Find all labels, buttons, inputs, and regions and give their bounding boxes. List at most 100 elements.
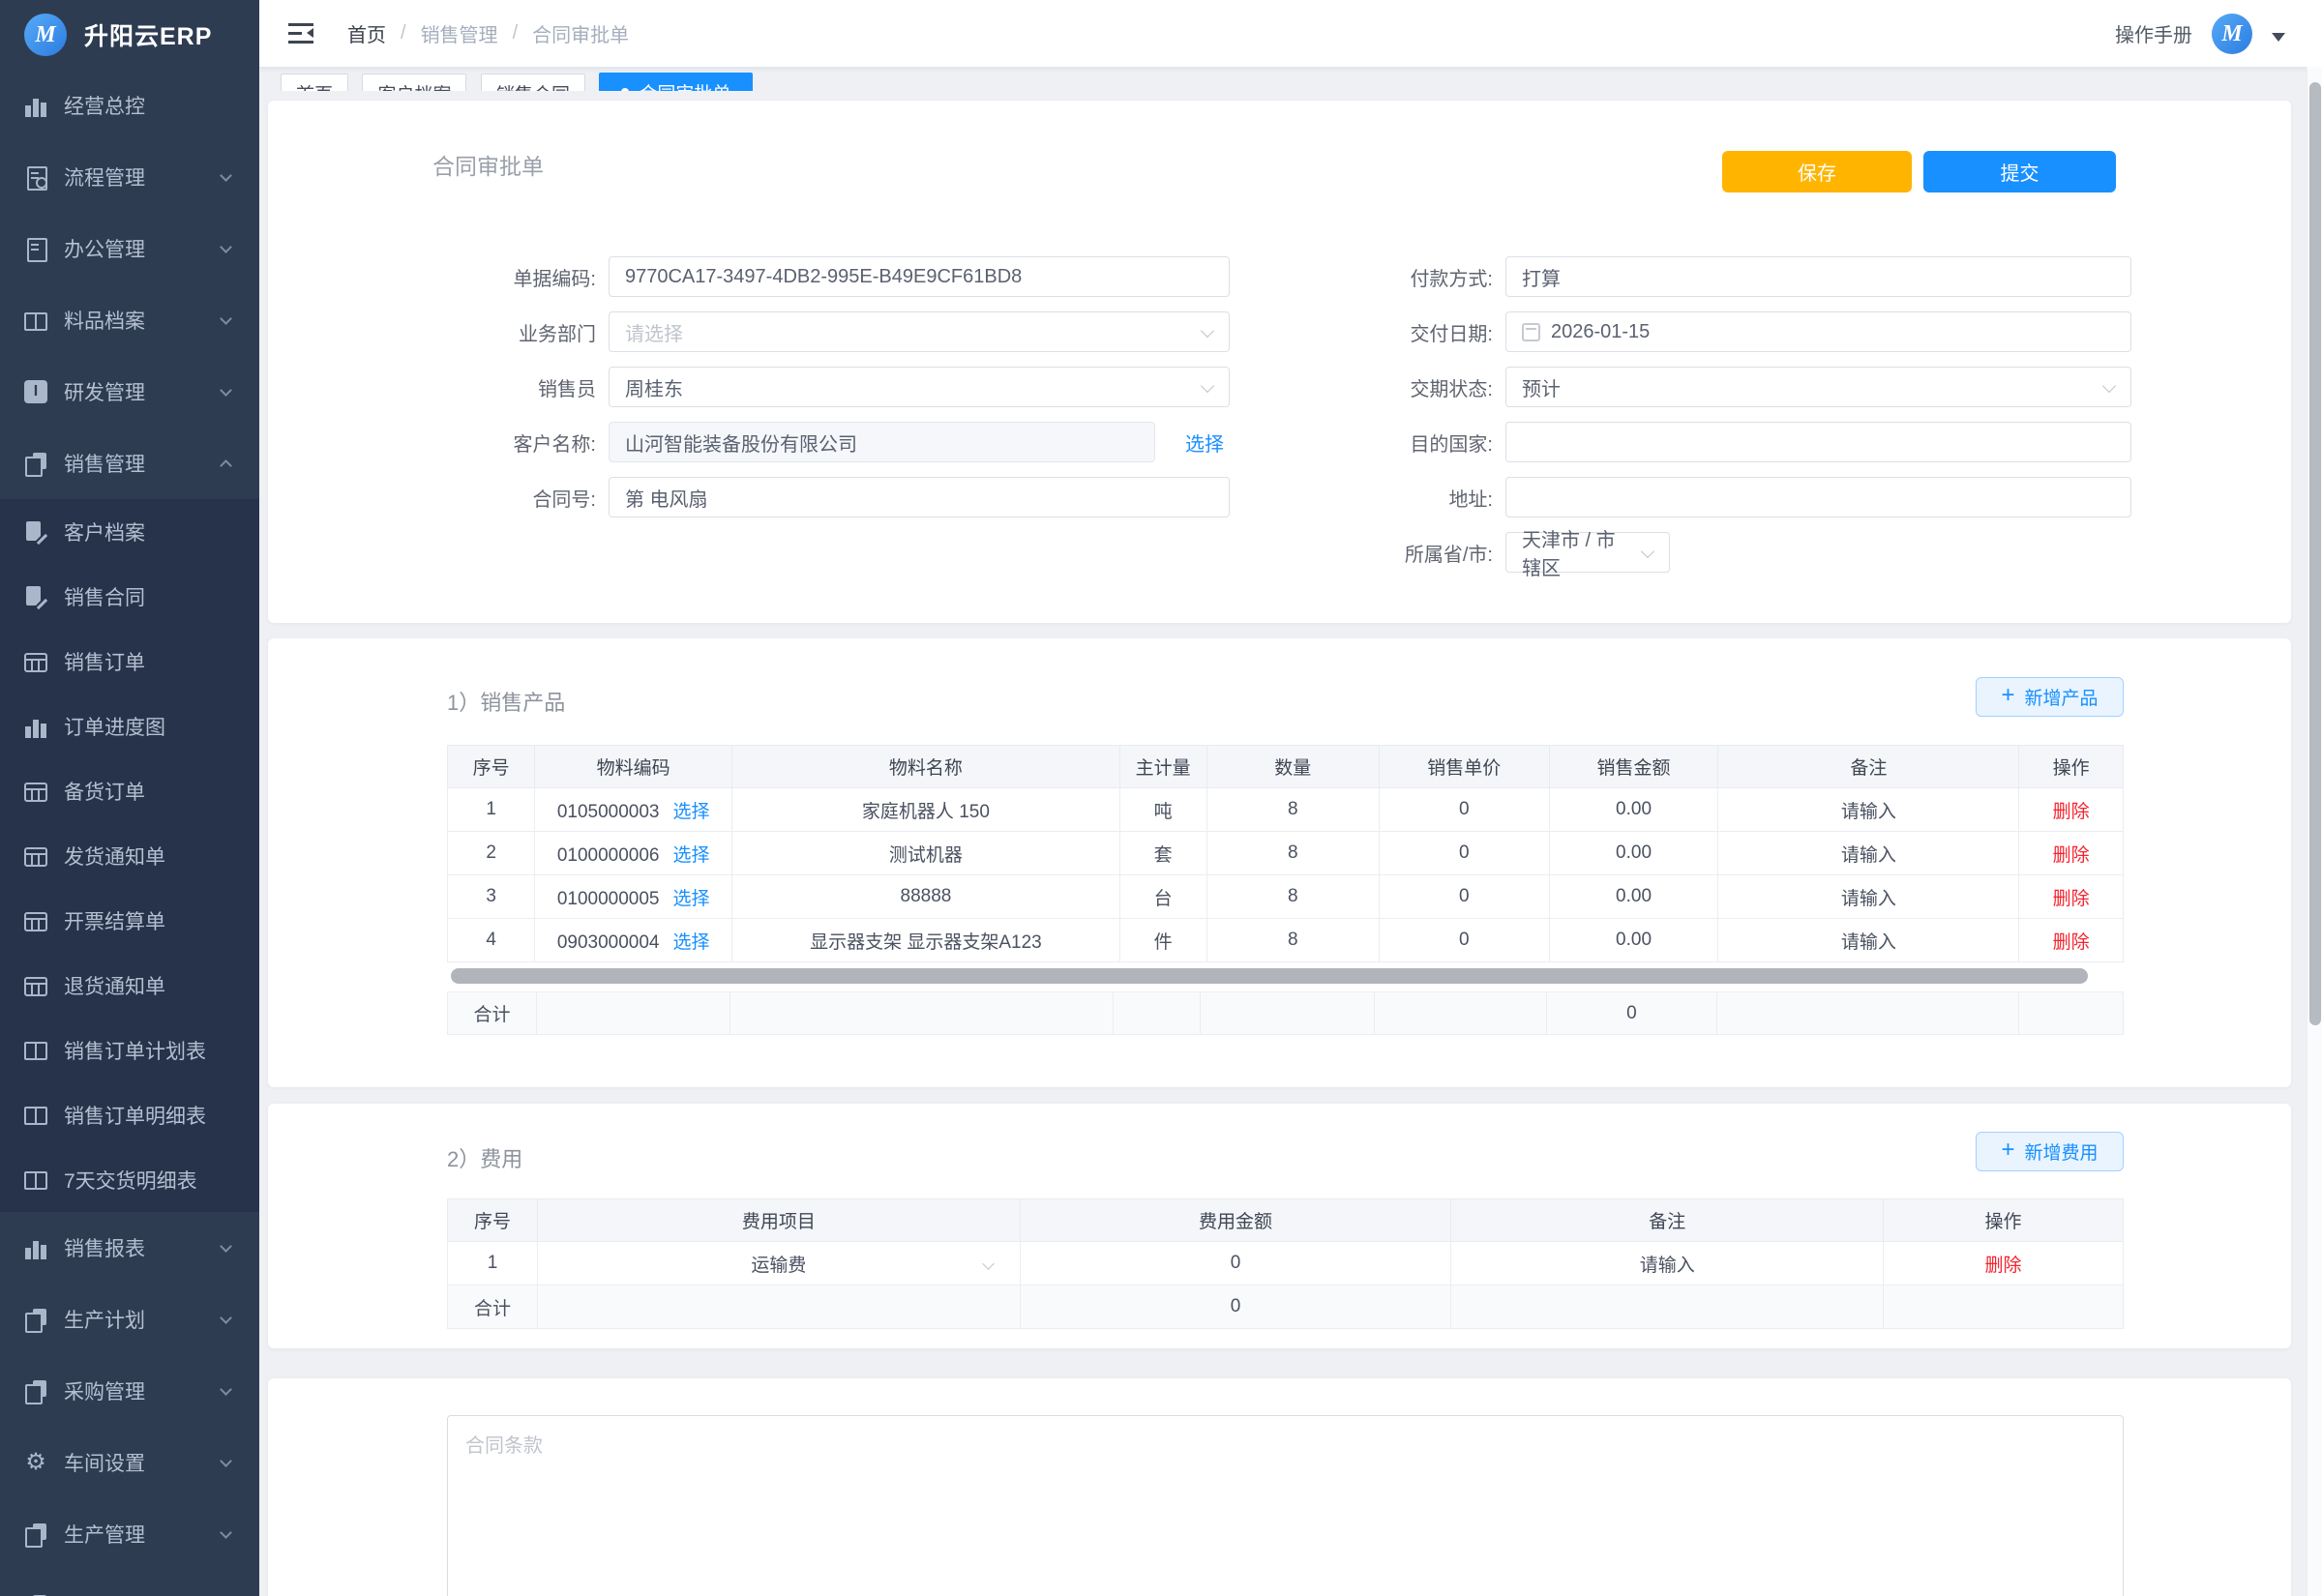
user-avatar[interactable]: M <box>2212 14 2252 54</box>
delete-fee-link[interactable]: 删除 <box>1985 1256 2022 1276</box>
open-book-icon <box>24 1171 47 1190</box>
sidebar-item-sales-mgmt[interactable]: 销售管理 <box>0 428 259 499</box>
select-material-link[interactable]: 选择 <box>672 802 709 822</box>
open-book-icon <box>24 1042 47 1060</box>
help-manual-link[interactable]: 操作手册 <box>2115 19 2192 47</box>
submit-button[interactable]: 提交 <box>1923 151 2116 192</box>
breadcrumb-current: 合同审批单 <box>532 19 629 47</box>
remark-input[interactable]: 请输入 <box>1718 832 2019 875</box>
contract-form-card: 合同审批单 保存 提交 单据编码: 9770CA17-3497-4DB2-995… <box>268 101 2291 623</box>
chevron-down-icon <box>220 312 232 325</box>
province-city-select[interactable]: 天津市 / 市辖区 <box>1505 532 1670 573</box>
form-row-business-dept: 业务部门 请选择 <box>415 311 1230 352</box>
sidebar-item-sales-order-plan-report[interactable]: 销售订单计划表 <box>0 1018 259 1082</box>
add-product-button[interactable]: + 新增产品 <box>1976 677 2124 717</box>
app-root: M 升阳云ERP 经营总控 流程管理 办公管理 料品档案 <box>0 0 2322 1596</box>
sidebar-item-rd-mgmt[interactable]: 研发管理 <box>0 356 259 428</box>
fee-item-select[interactable]: 运输费 <box>537 1242 1020 1286</box>
price-cell[interactable]: 0 <box>1380 832 1550 875</box>
sidebar-item-office-mgmt[interactable]: 办公管理 <box>0 213 259 284</box>
remark-input[interactable]: 请输入 <box>1718 788 2019 832</box>
sidebar-item-7day-delivery-report[interactable]: 7天交货明细表 <box>0 1147 259 1212</box>
choose-customer-link[interactable]: 选择 <box>1185 429 1224 457</box>
sidebar-item-sales-contract[interactable]: 销售合同 <box>0 564 259 629</box>
delivery-status-select[interactable]: 预计 <box>1505 367 2131 407</box>
remark-input[interactable]: 请输入 <box>1718 875 2019 919</box>
destination-country-input[interactable] <box>1505 422 2131 462</box>
products-table: 序号 物料编码 物料名称 主计量 数量 销售单价 销售金额 备注 操作 1 01… <box>447 745 2124 962</box>
calendar-icon <box>1522 323 1540 341</box>
main-content: 首页 客户档案 销售合同 合同审批单 合同审批单 保存 提交 单据编码: 977… <box>259 67 2307 1596</box>
product-row: 4 0903000004选择 显示器支架 显示器支架A123 件 8 0 0.0… <box>448 919 2124 962</box>
horizontal-scrollbar-thumb[interactable] <box>451 968 2088 984</box>
contract-no-input[interactable]: 第 电风扇 <box>609 477 1230 517</box>
tab-home[interactable]: 首页 <box>281 74 348 91</box>
qty-cell[interactable]: 8 <box>1206 875 1380 919</box>
remark-input[interactable]: 请输入 <box>1451 1242 1884 1286</box>
remark-input[interactable]: 请输入 <box>1718 919 2019 962</box>
sidebar-item-processing-workshop[interactable]: 加工车间 <box>0 1570 259 1596</box>
form-actions: 保存 提交 <box>1722 151 2116 192</box>
sidebar-item-order-progress[interactable]: 订单进度图 <box>0 694 259 758</box>
form-row-delivery-date: 交付日期: 2026-01-15 <box>1312 311 2131 352</box>
sidebar-item-sales-order-detail-report[interactable]: 销售订单明细表 <box>0 1082 259 1147</box>
sidebar-item-production-mgmt[interactable]: 生产管理 <box>0 1498 259 1570</box>
sidebar-item-business-overview[interactable]: 经营总控 <box>0 70 259 141</box>
tab-customer-archive[interactable]: 客户档案 <box>362 74 466 91</box>
price-cell[interactable]: 0 <box>1380 919 1550 962</box>
contract-terms-textarea[interactable]: 合同条款 <box>447 1415 2124 1596</box>
page-title: 合同审批单 <box>432 148 544 181</box>
salesperson-select[interactable]: 周桂东 <box>609 367 1230 407</box>
qty-cell[interactable]: 8 <box>1206 919 1380 962</box>
delete-row-link[interactable]: 删除 <box>2053 845 2090 866</box>
sidebar-item-production-plan[interactable]: 生产计划 <box>0 1284 259 1355</box>
sidebar-item-invoice-settlement[interactable]: 开票结算单 <box>0 888 259 953</box>
breadcrumb-home[interactable]: 首页 <box>347 19 386 47</box>
delete-row-link[interactable]: 删除 <box>2053 932 2090 953</box>
save-button[interactable]: 保存 <box>1722 151 1912 192</box>
select-material-link[interactable]: 选择 <box>672 845 709 866</box>
sidebar-item-material-archive[interactable]: 料品档案 <box>0 284 259 356</box>
form-row-customer-name: 客户名称: 山河智能装备股份有限公司 选择 <box>415 422 1230 462</box>
qty-cell[interactable]: 8 <box>1206 788 1380 832</box>
sidebar-item-purchase-mgmt[interactable]: 采购管理 <box>0 1355 259 1427</box>
flow-doc-icon <box>24 165 47 189</box>
caret-down-icon[interactable] <box>2272 33 2285 48</box>
product-row: 1 0105000003选择 家庭机器人 150 吨 8 0 0.00 请输入 … <box>448 788 2124 832</box>
breadcrumb-sales-mgmt: 销售管理 <box>421 19 498 47</box>
fee-amount-cell[interactable]: 0 <box>1020 1242 1451 1286</box>
qty-cell[interactable]: 8 <box>1206 832 1380 875</box>
doc-code-input[interactable]: 9770CA17-3497-4DB2-995E-B49E9CF61BD8 <box>609 256 1230 297</box>
menu-fold-icon[interactable] <box>288 23 313 44</box>
sidebar-item-sales-report[interactable]: 销售报表 <box>0 1212 259 1284</box>
business-dept-select[interactable]: 请选择 <box>609 311 1230 352</box>
sidebar-item-sales-order[interactable]: 销售订单 <box>0 629 259 694</box>
table-icon <box>24 977 47 996</box>
form-row-doc-code: 单据编码: 9770CA17-3497-4DB2-995E-B49E9CF61B… <box>415 256 1230 297</box>
sidebar-item-process-mgmt[interactable]: 流程管理 <box>0 141 259 213</box>
tab-contract-approval[interactable]: 合同审批单 <box>599 73 753 91</box>
sidebar-item-stock-order[interactable]: 备货订单 <box>0 758 259 823</box>
sidebar-menu: 经营总控 流程管理 办公管理 料品档案 研发管理 <box>0 70 259 1596</box>
pages-icon <box>24 1379 47 1403</box>
tab-sales-contract[interactable]: 销售合同 <box>481 74 585 91</box>
delete-row-link[interactable]: 删除 <box>2053 802 2090 822</box>
total-label: 合计 <box>448 992 537 1035</box>
price-cell[interactable]: 0 <box>1380 875 1550 919</box>
sidebar-item-customer-archive[interactable]: 客户档案 <box>0 499 259 564</box>
price-cell[interactable]: 0 <box>1380 788 1550 832</box>
sidebar-item-delivery-notice[interactable]: 发货通知单 <box>0 823 259 888</box>
sidebar-item-workshop-settings[interactable]: 车间设置 <box>0 1427 259 1498</box>
add-fee-button[interactable]: + 新增费用 <box>1976 1132 2124 1171</box>
sidebar-item-return-notice[interactable]: 退货通知单 <box>0 953 259 1018</box>
form-row-payment-method: 付款方式: 打算 <box>1312 256 2131 297</box>
vertical-scrollbar-thumb[interactable] <box>2309 82 2321 1025</box>
delete-row-link[interactable]: 删除 <box>2053 889 2090 909</box>
bar-chart-icon <box>24 715 47 738</box>
delivery-date-input[interactable]: 2026-01-15 <box>1505 311 2131 352</box>
select-material-link[interactable]: 选择 <box>672 932 709 953</box>
payment-method-input[interactable]: 打算 <box>1505 256 2131 297</box>
select-material-link[interactable]: 选择 <box>672 889 709 909</box>
logo-icon: M <box>24 14 67 56</box>
address-input[interactable] <box>1505 477 2131 517</box>
